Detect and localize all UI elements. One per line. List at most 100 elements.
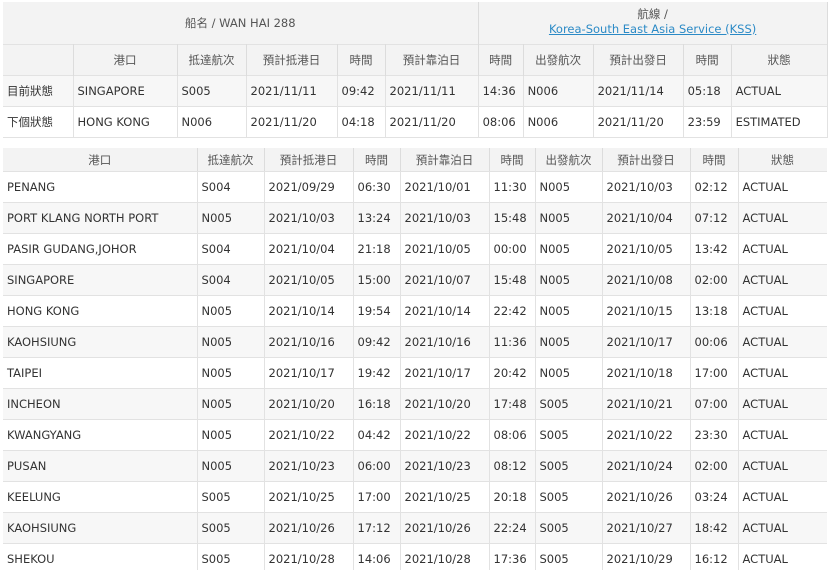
cell-etd-date: 2021/10/04 (602, 202, 691, 234)
header-eta-date: 預計抵港日 (246, 44, 338, 76)
header-etd-time: 時間 (690, 148, 739, 172)
cell-status: ACTUAL (738, 295, 827, 327)
cell-berth-time: 15:48 (489, 202, 536, 234)
current-status-row: 目前狀態 SINGAPORE S005 2021/11/11 09:42 202… (3, 75, 828, 107)
cell-departure-voyage: N005 (535, 357, 603, 389)
cell-etd-date: 2021/11/14 (593, 75, 684, 107)
cell-etd-time: 13:42 (690, 233, 739, 265)
cell-status: ACTUAL (738, 481, 827, 513)
route-cell: 航線 / Korea-South East Asia Service (KSS) (478, 2, 828, 45)
cell-eta-date: 2021/10/26 (264, 512, 354, 544)
header-berth-date: 預計靠泊日 (400, 148, 490, 172)
cell-berth-time: 22:42 (489, 295, 536, 327)
cell-arrival-voyage: N005 (197, 326, 265, 358)
cell-eta-time: 06:30 (353, 171, 401, 203)
cell-eta-time: 04:42 (353, 419, 401, 451)
header-port: 港口 (3, 148, 198, 172)
cell-eta-time: 09:42 (337, 75, 386, 107)
cell-status: ACTUAL (738, 388, 827, 420)
cell-eta-date: 2021/11/20 (246, 106, 338, 138)
header-arrival-voyage: 抵達航次 (177, 44, 247, 76)
table-row: KAOHSIUNG S005 2021/10/26 17:12 2021/10/26 22… (3, 512, 827, 544)
header-eta-time: 時間 (337, 44, 386, 76)
header-eta-date: 預計抵港日 (264, 148, 354, 172)
cell-port: SHEKOU (3, 543, 198, 570)
row-label: 下個狀態 (3, 106, 74, 138)
cell-etd-time: 03:24 (690, 481, 739, 513)
cell-arrival-voyage: S004 (197, 233, 265, 265)
cell-arrival-voyage: S004 (197, 171, 265, 203)
cell-status: ACTUAL (738, 419, 827, 451)
cell-eta-time: 17:12 (353, 512, 401, 544)
cell-berth-time: 14:36 (478, 75, 524, 107)
cell-etd-time: 16:12 (690, 543, 739, 570)
cell-berth-time: 20:18 (489, 481, 536, 513)
cell-arrival-voyage: S005 (197, 543, 265, 570)
route-link[interactable]: Korea-South East Asia Service (KSS) (549, 22, 756, 36)
cell-etd-date: 2021/10/05 (602, 233, 691, 265)
cell-etd-time: 17:00 (690, 357, 739, 389)
cell-eta-date: 2021/10/04 (264, 233, 354, 265)
cell-departure-voyage: N006 (523, 106, 594, 138)
cell-berth-date: 2021/10/16 (400, 326, 490, 358)
header-eta-time: 時間 (353, 148, 401, 172)
cell-etd-date: 2021/10/29 (602, 543, 691, 570)
route-label: 航線 / (637, 7, 668, 21)
cell-etd-date: 2021/10/27 (602, 512, 691, 544)
cell-etd-date: 2021/10/15 (602, 295, 691, 327)
table-row: KWANGYANG N005 2021/10/22 04:42 2021/10/22 08… (3, 419, 827, 451)
cell-eta-time: 14:06 (353, 543, 401, 570)
cell-etd-time: 00:06 (690, 326, 739, 358)
vessel-name: 船名 / WAN HAI 288 (3, 2, 479, 45)
cell-etd-time: 05:18 (683, 75, 732, 107)
cell-status: ACTUAL (738, 357, 827, 389)
cell-berth-date: 2021/10/01 (400, 171, 490, 203)
cell-eta-date: 2021/11/11 (246, 75, 338, 107)
cell-status: ESTIMATED (731, 106, 828, 138)
table-row: KEELUNG S005 2021/10/25 17:00 2021/10/25 20:1… (3, 481, 827, 513)
cell-etd-time: 13:18 (690, 295, 739, 327)
cell-port: HONG KONG (73, 106, 178, 138)
cell-eta-time: 21:18 (353, 233, 401, 265)
cell-etd-date: 2021/10/17 (602, 326, 691, 358)
cell-etd-time: 23:30 (690, 419, 739, 451)
cell-berth-time: 11:36 (489, 326, 536, 358)
cell-eta-date: 2021/10/23 (264, 450, 354, 482)
cell-eta-time: 16:18 (353, 388, 401, 420)
cell-port: SINGAPORE (73, 75, 178, 107)
cell-arrival-voyage: S005 (197, 481, 265, 513)
port-schedule-table: 港口 抵達航次 預計抵港日 時間 預計靠泊日 時間 出發航次 預計出發日 時間 … (3, 148, 827, 570)
cell-berth-time: 08:12 (489, 450, 536, 482)
table-row: SINGAPORE S004 2021/10/05 15:00 2021/10/07 15… (3, 264, 827, 296)
header-etd-date: 預計出發日 (602, 148, 691, 172)
cell-berth-date: 2021/10/07 (400, 264, 490, 296)
cell-departure-voyage: N005 (535, 295, 603, 327)
cell-eta-time: 19:54 (353, 295, 401, 327)
cell-berth-date: 2021/10/25 (400, 481, 490, 513)
cell-eta-date: 2021/09/29 (264, 171, 354, 203)
port-header-row: 港口 抵達航次 預計抵港日 時間 預計靠泊日 時間 出發航次 預計出發日 時間 … (3, 148, 827, 172)
cell-departure-voyage: S005 (535, 450, 603, 482)
cell-berth-date: 2021/10/14 (400, 295, 490, 327)
cell-berth-date: 2021/10/17 (400, 357, 490, 389)
header-port: 港口 (73, 44, 178, 76)
cell-status: ACTUAL (738, 171, 827, 203)
table-row: KAOHSIUNG N005 2021/10/16 09:42 2021/10/16 11… (3, 326, 827, 358)
header-departure-voyage: 出發航次 (523, 44, 594, 76)
cell-berth-date: 2021/10/20 (400, 388, 490, 420)
cell-etd-time: 23:59 (683, 106, 732, 138)
cell-port: KAOHSIUNG (3, 326, 198, 358)
cell-berth-date: 2021/11/11 (385, 75, 479, 107)
cell-arrival-voyage: N005 (197, 450, 265, 482)
cell-port: PUSAN (3, 450, 198, 482)
cell-port: KEELUNG (3, 481, 198, 513)
cell-departure-voyage: N005 (535, 233, 603, 265)
cell-berth-date: 2021/10/03 (400, 202, 490, 234)
cell-arrival-voyage: N005 (197, 357, 265, 389)
table-row: PUSAN N005 2021/10/23 06:00 2021/10/23 08:12 S… (3, 450, 827, 482)
cell-etd-date: 2021/10/24 (602, 450, 691, 482)
table-row: PASIR GUDANG,JOHOR S004 2021/10/04 21:18 202… (3, 233, 827, 265)
cell-etd-date: 2021/10/03 (602, 171, 691, 203)
header-berth-time: 時間 (478, 44, 524, 76)
cell-departure-voyage: S005 (535, 388, 603, 420)
